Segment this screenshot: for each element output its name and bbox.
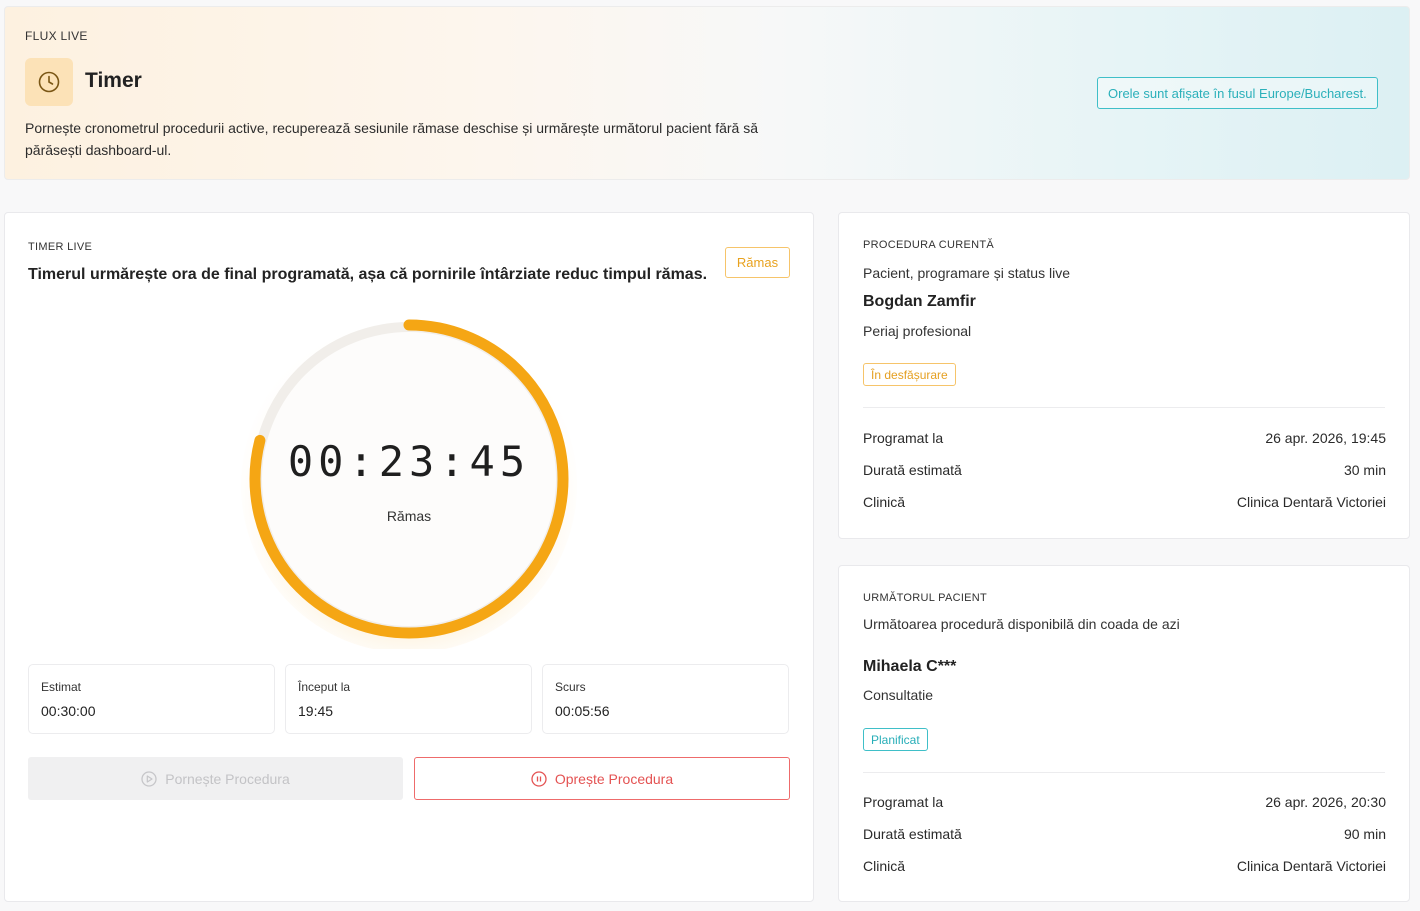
countdown-display: 00:23:45 <box>287 437 531 486</box>
detail-row: Programat la 26 apr. 2026, 19:45 <box>863 430 1386 446</box>
timer-card: TIMER LIVE Timerul urmărește ora de fina… <box>4 212 814 902</box>
countdown-label: Rămas <box>386 508 432 524</box>
stat-elapsed: Scurs 00:05:56 <box>542 664 789 734</box>
detail-row: Clinică Clinica Dentară Victoriei <box>863 494 1386 510</box>
pause-circle-icon <box>531 770 547 787</box>
patient-name: Mihaela C*** <box>863 658 957 675</box>
next-patient-card: URMĂTORUL PACIENT Următoarea procedură d… <box>838 565 1410 902</box>
timer-eyebrow: TIMER LIVE <box>28 241 93 253</box>
stat-value: 00:30:00 <box>41 703 96 719</box>
page-title: Timer <box>85 69 142 92</box>
procedure-name: Periaj profesional <box>863 323 972 339</box>
page-description: Pornește cronometrul procedurii active, … <box>25 120 759 158</box>
stat-value: 00:05:56 <box>555 703 610 719</box>
remaining-badge: Rămas <box>725 247 790 278</box>
detail-value: 26 apr. 2026, 20:30 <box>1265 794 1386 810</box>
header-eyebrow: FLUX LIVE <box>25 29 88 43</box>
start-button-label: Pornește Procedura <box>165 770 290 787</box>
detail-label: Programat la <box>863 794 944 810</box>
play-circle-icon <box>141 770 157 787</box>
stat-label: Estimat <box>41 680 82 694</box>
divider <box>863 772 1385 773</box>
detail-value: 26 apr. 2026, 19:45 <box>1265 430 1386 446</box>
detail-label: Clinică <box>863 858 906 874</box>
countdown-dial: 00:23:45 Rămas <box>239 309 579 649</box>
stat-label: Început la <box>298 680 351 694</box>
detail-label: Programat la <box>863 430 944 446</box>
detail-value: 90 min <box>1343 826 1386 842</box>
timer-headline: Timerul urmărește ora de final programat… <box>28 266 708 283</box>
start-procedure-button[interactable]: Pornește Procedura <box>28 757 403 800</box>
page-header: FLUX LIVE Timer Pornește cronometrul pro… <box>4 6 1410 180</box>
detail-value: 30 min <box>1343 462 1386 478</box>
divider <box>863 407 1385 408</box>
stop-procedure-button[interactable]: Oprește Procedura <box>414 757 790 800</box>
stat-label: Scurs <box>555 680 586 694</box>
stat-value: 19:45 <box>298 703 334 719</box>
clock-icon <box>25 58 73 106</box>
detail-row: Durată estimată 30 min <box>863 462 1386 478</box>
timezone-badge: Orele sunt afișate în fusul Europe/Bucha… <box>1097 77 1378 109</box>
detail-label: Clinică <box>863 494 906 510</box>
patient-name: Bogdan Zamfir <box>863 293 976 310</box>
detail-value: Clinica Dentară Victoriei <box>1236 858 1386 874</box>
status-badge: Planificat <box>863 728 928 751</box>
section-eyebrow: URMĂTORUL PACIENT <box>863 592 988 604</box>
section-eyebrow: PROCEDURA CURENTĂ <box>863 239 995 251</box>
section-subtitle: Următoarea procedură disponibilă din coa… <box>863 616 1180 632</box>
detail-row: Durată estimată 90 min <box>863 826 1386 842</box>
stat-started-at: Început la 19:45 <box>285 664 532 734</box>
stop-button-label: Oprește Procedura <box>554 770 674 787</box>
detail-row: Programat la 26 apr. 2026, 20:30 <box>863 794 1386 810</box>
section-subtitle: Pacient, programare și status live <box>863 265 1070 281</box>
stat-estimated: Estimat 00:30:00 <box>28 664 275 734</box>
detail-label: Durată estimată <box>863 462 962 478</box>
detail-row: Clinică Clinica Dentară Victoriei <box>863 858 1386 874</box>
detail-label: Durată estimată <box>863 826 962 842</box>
current-procedure-card: PROCEDURA CURENTĂ Pacient, programare și… <box>838 212 1410 539</box>
status-badge: În desfășurare <box>863 363 956 386</box>
procedure-name: Consultatie <box>863 687 934 703</box>
detail-value: Clinica Dentară Victoriei <box>1236 494 1386 510</box>
